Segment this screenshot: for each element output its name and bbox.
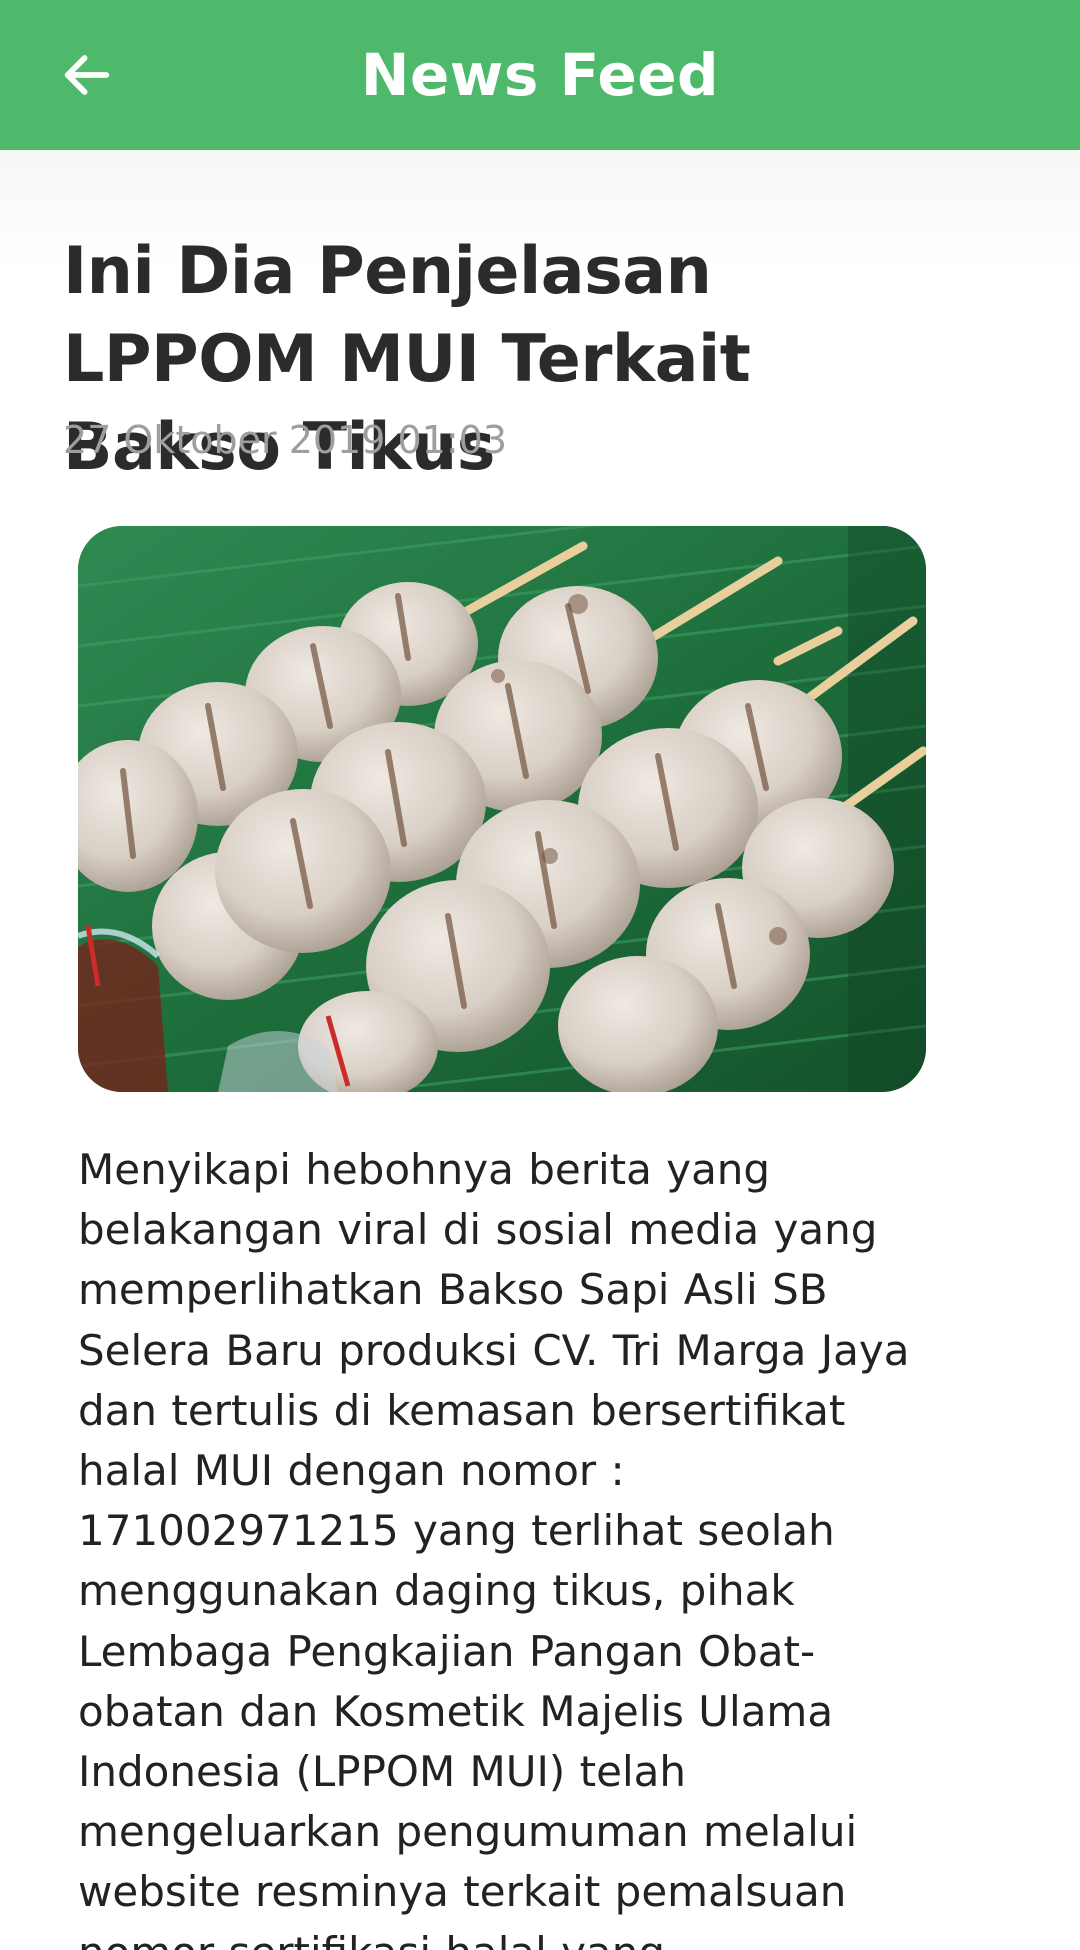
article-image (78, 526, 926, 1092)
app-bar: News Feed (0, 0, 1080, 150)
article-content[interactable]: Ini Dia Penjelasan LPPOM MUI Terkait Bak… (0, 150, 1080, 1950)
app-bar-title: News Feed (360, 41, 720, 109)
article-date: 27 Oktober 2019 01:03 (63, 418, 507, 462)
article-body: Menyikapi hebohnya berita yang belakanga… (78, 1145, 910, 1950)
